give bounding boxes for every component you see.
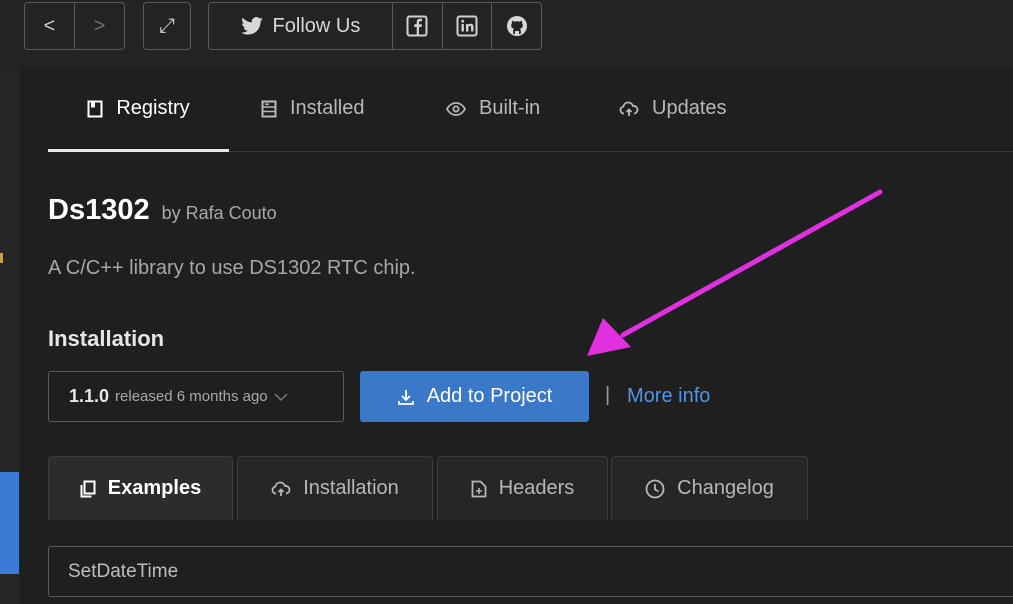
top-toolbar: < > ⤢ Follow Us (0, 0, 1013, 66)
library-description: A C/C++ library to use DS1302 RTC chip. (48, 257, 416, 279)
chevron-down-icon (274, 393, 288, 401)
expand-icon: ⤢ (159, 14, 175, 37)
tab-label: Registry (116, 97, 190, 119)
library-name: Ds1302 (48, 194, 150, 226)
tab-registry[interactable]: Registry (48, 66, 229, 152)
clock-icon (645, 479, 665, 498)
link-separator: | (605, 384, 611, 406)
subtab-changelog[interactable]: Changelog (611, 456, 808, 520)
github-button[interactable] (491, 3, 541, 49)
library-panel: Registry Installed Built-in Updates Ds13… (20, 66, 1013, 604)
twitter-icon (240, 17, 263, 35)
file-icon (471, 480, 487, 497)
tab-updates[interactable]: Updates (619, 66, 727, 151)
nav-buttons: < > (24, 2, 125, 50)
library-author: by Rafa Couto (161, 203, 277, 223)
subtab-headers[interactable]: Headers (437, 456, 608, 520)
server-icon (261, 100, 277, 117)
expand-button-group: ⤢ (143, 2, 191, 50)
cloud-icon (271, 481, 291, 496)
app-root: < > ⤢ Follow Us Registry Installed Built… (0, 0, 1013, 604)
subtab-installation[interactable]: Installation (237, 456, 433, 520)
more-info-link[interactable]: More info (627, 385, 710, 408)
linkedin-icon (456, 15, 478, 37)
strip-active-item[interactable] (0, 472, 19, 574)
linkedin-button[interactable] (441, 3, 492, 49)
social-buttons: Follow Us (208, 2, 542, 50)
subtab-examples[interactable]: Examples (48, 456, 233, 520)
version-released: released 6 months ago (115, 388, 268, 405)
tab-label: Built-in (479, 97, 541, 119)
back-button[interactable]: < (25, 3, 74, 49)
tab-installed[interactable]: Installed (261, 66, 365, 151)
back-icon: < (43, 14, 56, 37)
tab-label: Installed (290, 97, 365, 119)
cloud-icon (619, 101, 639, 116)
bookmark-icon (87, 100, 103, 117)
follow-us-button[interactable]: Follow Us (209, 3, 392, 49)
tab-builtin[interactable]: Built-in (446, 66, 540, 151)
version-number: 1.1.0 (69, 386, 110, 406)
facebook-button[interactable] (391, 3, 442, 49)
forward-icon: > (93, 14, 106, 37)
tab-label: Updates (652, 97, 727, 119)
version-select[interactable]: 1.1.0 released 6 months ago (48, 371, 344, 422)
registry-tabs: Registry Installed Built-in Updates (48, 66, 1013, 152)
expand-button[interactable]: ⤢ (144, 3, 190, 49)
download-icon (397, 389, 414, 405)
facebook-icon (406, 15, 428, 37)
detail-tabs: Examples Installation Headers Changelog (48, 456, 1013, 520)
strip-indicator (0, 253, 3, 263)
subtab-label: Changelog (677, 477, 774, 499)
add-to-project-label: Add to Project (426, 385, 553, 407)
side-activity-strip (0, 66, 21, 604)
example-select[interactable]: SetDateTime (48, 546, 1013, 597)
subtab-label: Examples (107, 477, 202, 499)
installation-heading: Installation (48, 326, 165, 351)
library-title: Ds1302 by Rafa Couto (48, 194, 277, 227)
follow-us-label: Follow Us (272, 14, 361, 37)
github-icon (506, 16, 527, 36)
eye-icon (446, 101, 466, 116)
forward-button[interactable]: > (74, 3, 124, 49)
subtab-label: Installation (303, 477, 399, 499)
example-select-value: SetDateTime (68, 560, 179, 582)
add-to-project-button[interactable]: Add to Project (360, 371, 589, 422)
subtab-label: Headers (498, 477, 575, 499)
copy-icon (80, 480, 96, 497)
